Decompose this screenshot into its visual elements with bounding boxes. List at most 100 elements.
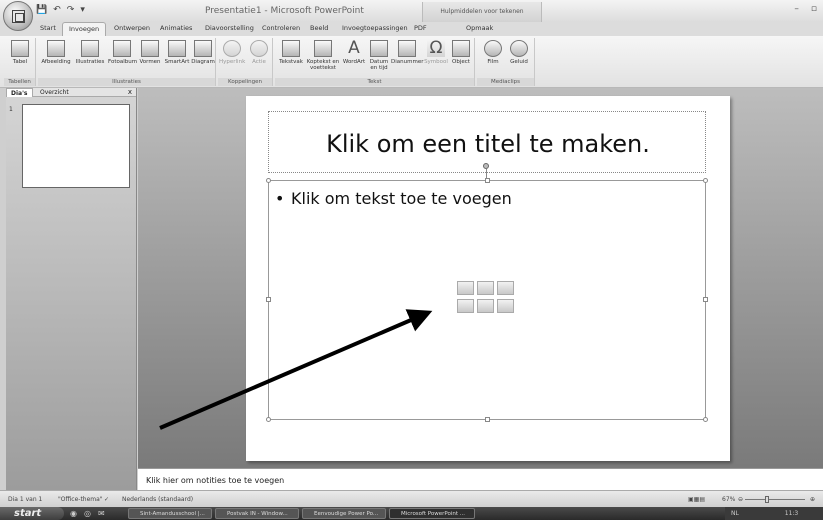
bullet-glyph: • bbox=[275, 189, 285, 208]
tab-diavoorstelling[interactable]: Diavoorstelling bbox=[205, 24, 254, 32]
fotoalbum-button[interactable]: Fotoalbum bbox=[108, 40, 137, 65]
object-button[interactable]: Object bbox=[449, 40, 473, 65]
chart-icon bbox=[194, 40, 212, 57]
illustraties-button[interactable]: Illustraties bbox=[74, 40, 106, 65]
resize-handle-top-right[interactable] bbox=[703, 178, 708, 183]
start-button[interactable]: start bbox=[0, 507, 64, 520]
view-buttons-icon[interactable]: ▣▦▤ bbox=[688, 496, 705, 503]
tekstvak-button[interactable]: Tekstvak bbox=[277, 40, 305, 65]
resize-handle-top[interactable] bbox=[485, 178, 490, 183]
slide-canvas[interactable]: Klik om een titel te maken. • Klik om te… bbox=[246, 96, 730, 461]
taskbar-item-inbox[interactable]: Postvak IN - Window... bbox=[215, 508, 299, 519]
content-placeholder[interactable]: • Klik om tekst toe te voegen bbox=[266, 163, 708, 422]
smartart-button[interactable]: SmartArt bbox=[163, 40, 191, 65]
slide-number-icon bbox=[398, 40, 416, 57]
spellcheck-icon[interactable]: ✓ bbox=[104, 496, 109, 503]
datum-button[interactable]: Datum en tijd bbox=[368, 40, 390, 71]
insert-smartart-icon[interactable] bbox=[497, 281, 514, 295]
language-status[interactable]: Nederlands (standaard) bbox=[122, 496, 193, 503]
movie-icon bbox=[484, 40, 502, 57]
title-placeholder-text: Klik om een titel te maken. bbox=[326, 130, 650, 158]
symbol-icon: Ω bbox=[427, 40, 445, 57]
geluid-button[interactable]: Geluid bbox=[507, 40, 531, 65]
tab-pdf[interactable]: PDF bbox=[414, 24, 427, 32]
redo-icon[interactable]: ↷ bbox=[67, 5, 75, 15]
panel-tabs: Dia's Overzicht x bbox=[6, 88, 136, 97]
minimize-button[interactable]: – bbox=[794, 4, 799, 14]
tab-invoegen[interactable]: Invoegen bbox=[62, 22, 107, 36]
ribbon-tabs: Start Invoegen Ontwerpen Animaties Diavo… bbox=[0, 22, 823, 36]
header-footer-icon bbox=[314, 40, 332, 57]
save-icon[interactable]: 💾 bbox=[36, 5, 47, 15]
zoom-slider[interactable] bbox=[745, 496, 805, 503]
tray-language[interactable]: NL bbox=[731, 510, 739, 517]
undo-icon[interactable]: ↶ bbox=[53, 5, 61, 15]
resize-handle-right[interactable] bbox=[703, 297, 708, 302]
notes-placeholder: Klik hier om notities toe te voegen bbox=[146, 476, 285, 485]
close-icon[interactable]: x bbox=[128, 88, 132, 97]
taskbar-item-powerpoint[interactable]: Microsoft PowerPoint ... bbox=[389, 508, 475, 519]
group-tekst: Tekstvak Koptekst en voettekst A WordArt … bbox=[275, 38, 475, 86]
window-controls: – ▫ bbox=[794, 4, 817, 14]
sound-icon bbox=[510, 40, 528, 57]
taskbar-item-school[interactable]: Sint-Amandusschool |... bbox=[128, 508, 212, 519]
film-button[interactable]: Film bbox=[481, 40, 505, 65]
content-placeholder-text: Klik om tekst toe te voegen bbox=[291, 189, 512, 208]
tab-ontwerpen[interactable]: Ontwerpen bbox=[114, 24, 150, 32]
zoom-level[interactable]: 67% bbox=[722, 496, 735, 503]
restore-button[interactable]: ▫ bbox=[811, 4, 817, 14]
insert-table-icon[interactable] bbox=[457, 281, 474, 295]
quicklaunch-icon[interactable]: ◉ bbox=[70, 509, 77, 518]
insert-picture-icon[interactable] bbox=[457, 299, 474, 313]
quick-access-toolbar: 💾 ↶ ↷ ▾ bbox=[36, 5, 85, 15]
resize-handle-bottom-left[interactable] bbox=[266, 417, 271, 422]
date-time-icon bbox=[370, 40, 388, 57]
tab-start[interactable]: Start bbox=[40, 24, 56, 32]
zoom-out-icon[interactable]: ⊖ bbox=[738, 496, 743, 503]
resize-handle-bottom[interactable] bbox=[485, 417, 490, 422]
resize-handle-top-left[interactable] bbox=[266, 178, 271, 183]
symbool-button[interactable]: Ω Symbool bbox=[424, 40, 448, 66]
quicklaunch-mail-icon[interactable]: ✉ bbox=[98, 509, 105, 518]
actie-button[interactable]: Actie bbox=[247, 40, 271, 65]
action-icon bbox=[250, 40, 268, 57]
office-button[interactable] bbox=[3, 1, 33, 31]
tab-beeld[interactable]: Beeld bbox=[310, 24, 328, 32]
rotation-handle[interactable] bbox=[483, 163, 489, 169]
tab-controleren[interactable]: Controleren bbox=[262, 24, 300, 32]
tab-opmaak[interactable]: Opmaak bbox=[466, 24, 493, 32]
hyperlink-button[interactable]: Hyperlink bbox=[219, 40, 245, 65]
customize-qat-icon[interactable]: ▾ bbox=[80, 5, 85, 15]
notes-pane[interactable]: Klik hier om notities toe te voegen bbox=[138, 468, 823, 490]
slide-thumbnail[interactable] bbox=[22, 104, 130, 188]
wordart-button[interactable]: A WordArt bbox=[341, 40, 367, 66]
object-icon bbox=[452, 40, 470, 57]
contextual-tab-title: Hulpmiddelen voor tekenen bbox=[422, 2, 542, 22]
taskbar: start ◉ ◎ ✉ Sint-Amandusschool |... Post… bbox=[0, 507, 823, 520]
insert-media-icon[interactable] bbox=[497, 299, 514, 313]
taskbar-item-doc[interactable]: Eenvoudige Power Po... bbox=[302, 508, 386, 519]
tab-outline[interactable]: Overzicht bbox=[36, 88, 73, 97]
textbox-icon bbox=[282, 40, 300, 57]
resize-handle-bottom-right[interactable] bbox=[703, 417, 708, 422]
tab-slides[interactable]: Dia's bbox=[6, 88, 33, 97]
vormen-button[interactable]: Vormen bbox=[138, 40, 162, 65]
tabel-button[interactable]: Tabel bbox=[8, 40, 32, 65]
tab-invoegtoepassingen[interactable]: Invoegtoepassingen bbox=[342, 24, 408, 32]
resize-handle-left[interactable] bbox=[266, 297, 271, 302]
tab-animaties[interactable]: Animaties bbox=[160, 24, 192, 32]
insert-clipart-icon[interactable] bbox=[477, 299, 494, 313]
quicklaunch-browser-icon[interactable]: ◎ bbox=[84, 509, 91, 518]
slide-number-label: 1 bbox=[9, 106, 13, 113]
dianummer-button[interactable]: Dianummer bbox=[391, 40, 423, 65]
afbeelding-button[interactable]: Afbeelding bbox=[40, 40, 72, 65]
zoom-slider-knob[interactable] bbox=[765, 496, 769, 503]
insert-chart-icon[interactable] bbox=[477, 281, 494, 295]
picture-icon bbox=[47, 40, 65, 57]
clock: 11:3 bbox=[784, 510, 799, 517]
koptekst-button[interactable]: Koptekst en voettekst bbox=[306, 40, 340, 71]
table-icon bbox=[11, 40, 29, 57]
slides-panel: Dia's Overzicht x 1 bbox=[6, 88, 137, 490]
zoom-in-icon[interactable]: ⊕ bbox=[810, 496, 815, 503]
diagram-button[interactable]: Diagram bbox=[191, 40, 215, 65]
